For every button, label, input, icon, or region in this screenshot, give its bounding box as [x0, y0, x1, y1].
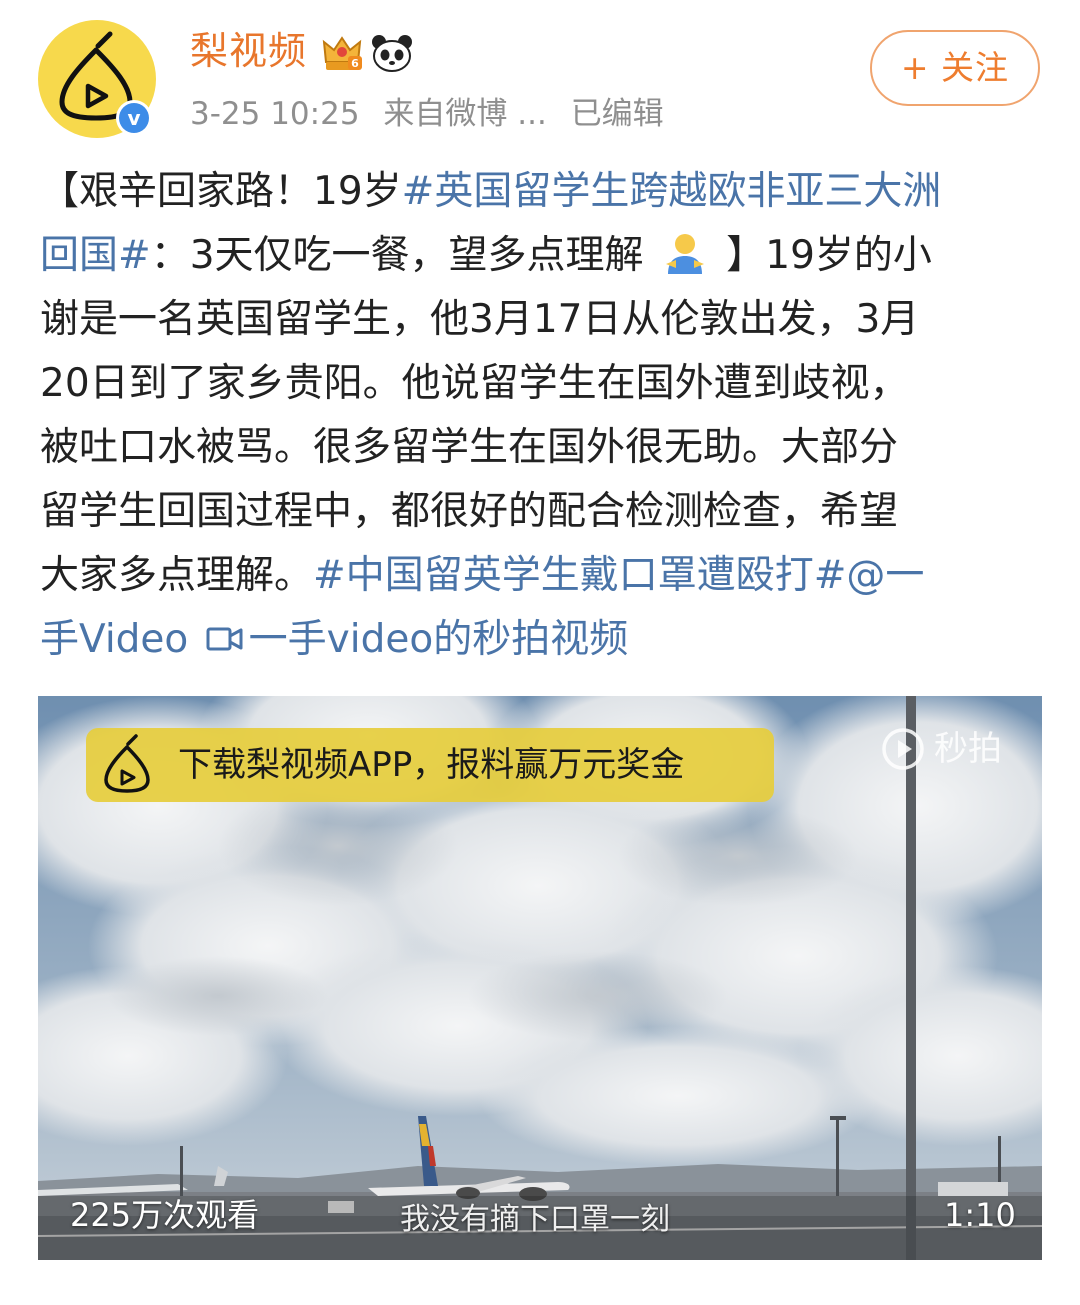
post-text-line: 大家多点理解。#中国留英学生戴口罩遭殴打#@一 — [40, 544, 1050, 608]
post-text-segment: 【艰辛回家路！19岁 — [40, 169, 402, 214]
crown-badge-icon[interactable]: 6 — [320, 32, 364, 74]
edited-label[interactable]: 已编辑 — [571, 96, 664, 132]
miaopai-logo-icon — [882, 728, 924, 770]
post-text-line: 手Video 一手video的秒拍视频 — [40, 608, 1050, 672]
post-text-segment: 】19岁的小 — [713, 233, 932, 278]
pear-logo-icon — [104, 734, 150, 793]
watermark-text: 秒拍 — [934, 729, 1002, 769]
ad-banner[interactable]: 下载梨视频APP，报料赢万元奖金 — [86, 728, 774, 802]
video-duration: 1:10 — [944, 1196, 1016, 1234]
post-text-segment: 20日到了家乡贵阳。他说留学生在国外遭到歧视， — [40, 361, 909, 406]
hashtag-link[interactable]: 一手video的秒拍视频 — [249, 617, 629, 662]
post-text-line: 20日到了家乡贵阳。他说留学生在国外遭到歧视， — [40, 352, 1050, 416]
post-text-line: 谢是一名英国留学生，他3月17日从伦敦出发，3月 — [40, 288, 1050, 352]
post-text-segment: 谢是一名英国留学生，他3月17日从伦敦出发，3月 — [40, 297, 920, 342]
miaopai-watermark: 秒拍 — [880, 724, 1030, 774]
hashtag-link[interactable]: 回国# — [40, 233, 151, 278]
hashtag-link[interactable]: 手Video — [40, 617, 201, 662]
weibo-post: v 梨视频 6 3-25 10:25 来自微博 ... 已编辑 + 关注 【艰辛… — [0, 0, 1080, 1305]
post-text-segment: 大家多点理解。 — [40, 553, 314, 598]
video-camera-icon — [206, 627, 243, 651]
hashtag-link[interactable]: @一 — [846, 553, 924, 598]
post-text-segment: 被吐口水被骂。很多留学生在国外很无助。大部分 — [40, 425, 899, 470]
verified-mark: v — [119, 103, 149, 133]
post-meta: 3-25 10:25 来自微博 ... 已编辑 — [190, 92, 678, 136]
post-source[interactable]: 来自微博 ... — [383, 96, 546, 132]
post-text-line: 被吐口水被骂。很多留学生在国外很无助。大部分 — [40, 416, 1050, 480]
video-player[interactable]: 下载梨视频APP，报料赢万元奖金 秒拍 225万次观看 我没有摘下口罩一刻 1:… — [38, 696, 1042, 1260]
view-count: 225万次观看 — [70, 1196, 260, 1234]
username[interactable]: 梨视频 — [190, 26, 307, 76]
ad-text: 下载梨视频APP，报料赢万元奖金 — [178, 745, 685, 785]
post-text-line: 【艰辛回家路！19岁#英国留学生跨越欧非亚三大洲 — [40, 160, 1050, 224]
man-emoji — [665, 234, 704, 274]
follow-button[interactable]: + 关注 — [870, 30, 1040, 106]
verified-badge-icon: v — [116, 100, 152, 136]
video-subtitle: 我没有摘下口罩一刻 — [400, 1202, 670, 1237]
post-timestamp: 3-25 10:25 — [190, 96, 360, 132]
hashtag-link[interactable]: #中国留英学生戴口罩遭殴打# — [313, 553, 846, 598]
post-text-line: 回国#：3天仅吃一餐，望多点理解 】19岁的小 — [40, 224, 1050, 288]
post-text-line: 留学生回国过程中，都很好的配合检测检查，希望 — [40, 480, 1050, 544]
panda-icon[interactable] — [370, 32, 414, 74]
post-text-segment: ：3天仅吃一餐，望多点理解 — [150, 233, 656, 278]
hashtag-link[interactable]: #英国留学生跨越欧非亚三大洲 — [402, 169, 942, 214]
post-content: 【艰辛回家路！19岁#英国留学生跨越欧非亚三大洲 回国#：3天仅吃一餐，望多点理解… — [40, 160, 1050, 672]
post-text-segment: 留学生回国过程中，都很好的配合检测检查，希望 — [40, 489, 899, 534]
crown-badge-number: 6 — [351, 57, 359, 70]
